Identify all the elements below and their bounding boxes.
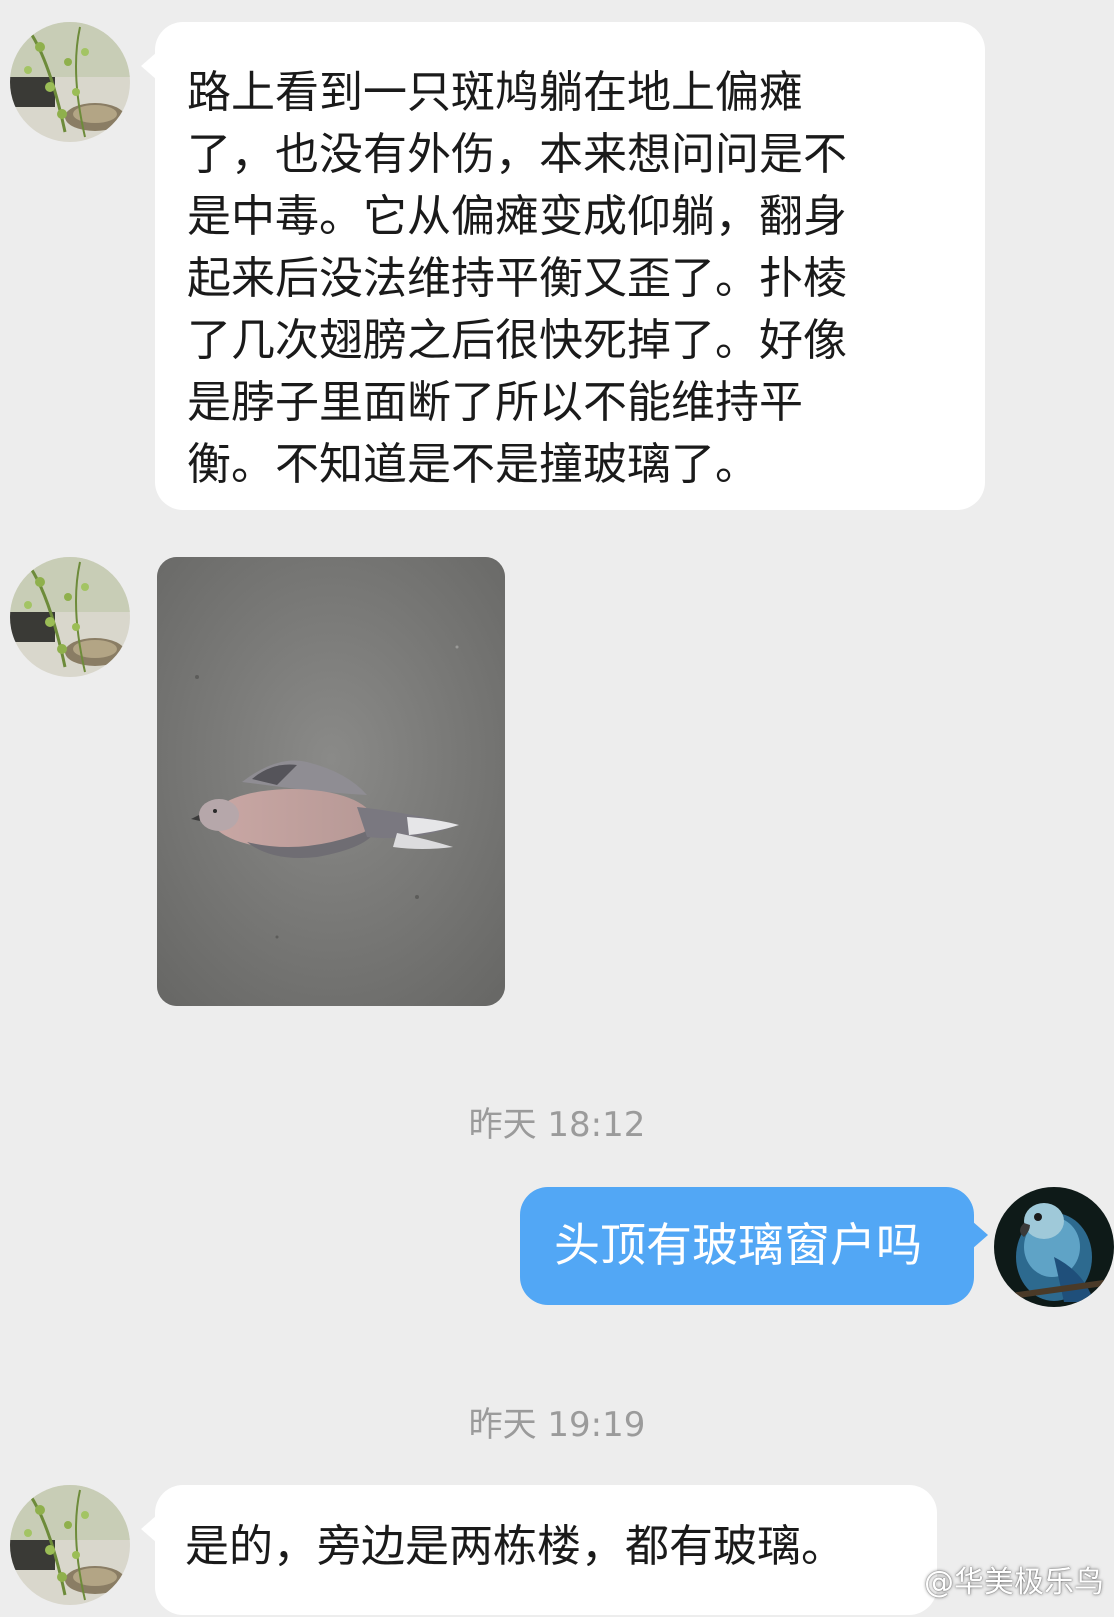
message-text: 是的，旁边是两栋楼，都有玻璃。	[185, 1521, 845, 1572]
message-bubble-incoming[interactable]: 是的，旁边是两栋楼，都有玻璃。	[141, 1485, 937, 1615]
message-bubble-incoming[interactable]: 路上看到一只斑鸠躺在地上偏瘫 了，也没有外伤，本来想问问是不 是中毒。它从偏瘫变…	[141, 22, 985, 510]
message-text-line: 是中毒。它从偏瘫变成仰躺，翻身	[187, 191, 847, 242]
weibo-icon	[882, 1566, 917, 1594]
message-bubble-outgoing[interactable]: 头顶有玻璃窗户吗	[520, 1187, 988, 1305]
message-text: 头顶有玻璃窗户吗	[554, 1218, 922, 1272]
plant-avatar-icon	[10, 557, 130, 677]
message-text-line: 衡。不知道是不是撞玻璃了。	[187, 439, 759, 490]
dove-image	[157, 557, 505, 1006]
message-text-line: 了几次翅膀之后很快死掉了。好像	[187, 315, 847, 366]
plant-avatar-icon	[10, 22, 130, 142]
message-text-line: 是脖子里面断了所以不能维持平	[187, 377, 803, 428]
timestamp: 昨天 19:19	[468, 1405, 646, 1445]
message-text-line: 了，也没有外伤，本来想问问是不	[187, 129, 847, 180]
watermark: @华美极乐鸟	[882, 1557, 1104, 1601]
contact-avatar[interactable]	[10, 557, 130, 677]
contact-avatar[interactable]	[10, 22, 130, 142]
message-text-line: 路上看到一只斑鸠躺在地上偏瘫	[187, 67, 803, 118]
my-avatar[interactable]	[994, 1187, 1114, 1307]
message-text-line: 起来后没法维持平衡又歪了。扑棱	[187, 253, 847, 304]
watermark-text: @华美极乐鸟	[924, 1565, 1104, 1600]
plant-avatar-icon	[10, 1485, 130, 1605]
parrot-avatar-icon	[994, 1187, 1114, 1307]
contact-avatar[interactable]	[10, 1485, 130, 1605]
timestamp: 昨天 18:12	[468, 1105, 646, 1145]
dead-dove-photo[interactable]	[157, 557, 505, 1006]
